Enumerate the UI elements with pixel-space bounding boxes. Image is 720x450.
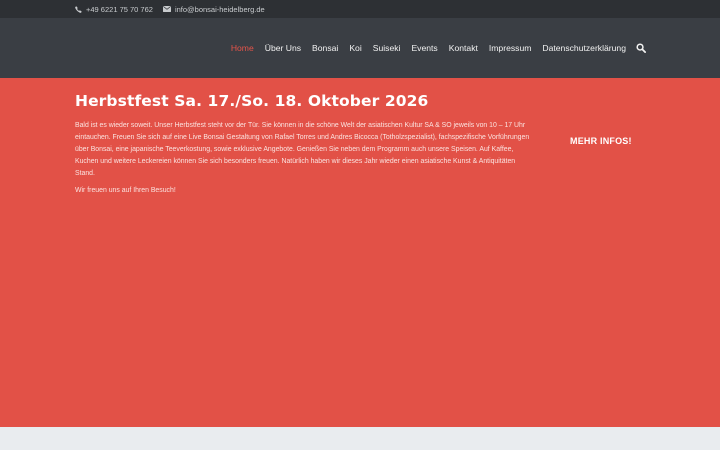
nav-home[interactable]: Home — [231, 43, 254, 53]
email-address: info@bonsai-heidelberg.de — [174, 4, 265, 14]
hero-closing-text: Wir freuen uns auf Ihren Besuch! — [75, 187, 176, 194]
hero-section: Herbstfest Sa. 17./So. 18. Oktober 2026 … — [0, 78, 720, 427]
nav-bonsai[interactable]: Bonsai — [312, 43, 338, 53]
phone-contact[interactable]: +49 6221 75 70 762 — [75, 5, 153, 14]
footer-strip — [0, 427, 720, 450]
search-icon — [636, 43, 646, 53]
envelope-icon — [162, 6, 171, 12]
phone-number: +49 6221 75 70 762 — [86, 4, 153, 14]
hero-title: Herbstfest Sa. 17./So. 18. Oktober 2026 — [75, 92, 429, 110]
nav-suiseki[interactable]: Suiseki — [373, 43, 401, 53]
nav-events[interactable]: Events — [411, 43, 437, 53]
nav-koi[interactable]: Koi — [349, 43, 361, 53]
hero-paragraph: Bald ist es wieder soweit. Unser Herbstf… — [75, 122, 530, 177]
more-info-button[interactable]: MEHR INFOS! — [570, 136, 632, 146]
email-contact[interactable]: info@bonsai-heidelberg.de — [162, 4, 265, 14]
topbar: +49 6221 75 70 762 info@bonsai-heidelber… — [0, 0, 720, 18]
phone-icon — [75, 5, 82, 13]
nav-ueber-uns[interactable]: Über Uns — [265, 43, 301, 53]
nav-impressum[interactable]: Impressum — [489, 43, 532, 53]
site-header: Home Über Uns Bonsai Koi Suiseki Events … — [0, 18, 720, 78]
nav-kontakt[interactable]: Kontakt — [449, 43, 478, 53]
main-nav: Home Über Uns Bonsai Koi Suiseki Events … — [220, 18, 646, 78]
hero-content: Herbstfest Sa. 17./So. 18. Oktober 2026 … — [75, 92, 535, 202]
search-button[interactable] — [636, 43, 646, 53]
nav-datenschutz[interactable]: Datenschutzerklärung — [542, 43, 626, 53]
